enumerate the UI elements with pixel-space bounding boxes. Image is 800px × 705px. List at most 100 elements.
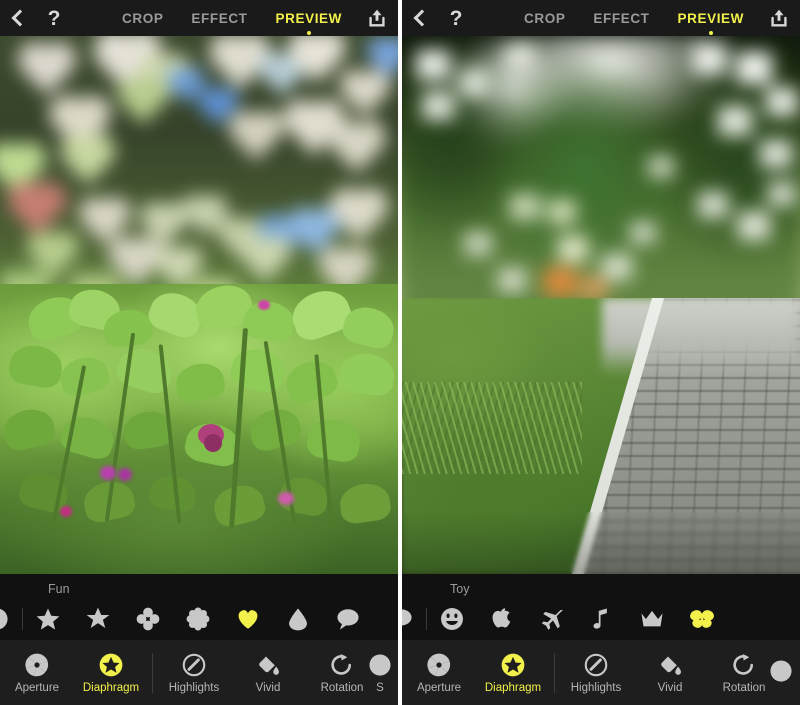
photo-preview-right[interactable] bbox=[402, 36, 800, 574]
shape-category-text: Fun bbox=[48, 582, 70, 596]
tool-label: Vivid bbox=[255, 681, 281, 694]
tab-crop[interactable]: CROP bbox=[108, 11, 177, 26]
tool-label: Aperture bbox=[14, 681, 60, 694]
help-button[interactable]: ? bbox=[36, 8, 72, 29]
star5-shape-icon bbox=[36, 608, 60, 630]
shape-butterfly[interactable] bbox=[677, 598, 727, 640]
top-bar: ? CROP EFFECT PREVIEW bbox=[0, 0, 398, 36]
back-button[interactable] bbox=[402, 9, 438, 27]
airplane-shape-icon bbox=[541, 609, 563, 630]
diaphragm-star-icon bbox=[99, 653, 123, 676]
tool-aperture[interactable]: Aperture bbox=[402, 640, 476, 705]
aperture-icon bbox=[25, 653, 49, 676]
paint-bucket-icon bbox=[661, 653, 681, 675]
shape-speech-bubble[interactable] bbox=[323, 598, 373, 640]
shape-crown[interactable] bbox=[627, 598, 677, 640]
speech-bubble-shape-icon bbox=[337, 609, 359, 630]
share-button[interactable] bbox=[356, 7, 398, 29]
tool-diaphragm[interactable]: Diaphragm bbox=[476, 640, 550, 705]
shape-selector-left[interactable] bbox=[0, 598, 398, 640]
top-bar-tabs: CROP EFFECT PREVIEW bbox=[510, 11, 758, 35]
shape-clover[interactable] bbox=[123, 598, 173, 640]
foreground-path bbox=[402, 298, 800, 574]
clover-shape-icon bbox=[136, 607, 160, 631]
shape-heart[interactable] bbox=[223, 598, 273, 640]
music-note-shape-icon bbox=[593, 608, 607, 629]
tab-crop-label: CROP bbox=[122, 10, 164, 26]
shape-category-label-left: Fun bbox=[0, 574, 398, 598]
tool-label: Vivid bbox=[657, 681, 683, 694]
rotate-cw-icon bbox=[733, 653, 754, 675]
tool-label: Aperture bbox=[416, 681, 462, 694]
tool-label: Diaphragm bbox=[484, 681, 542, 694]
crown-shape-icon bbox=[641, 610, 663, 627]
shape-airplane[interactable] bbox=[527, 598, 577, 640]
question-mark-icon: ? bbox=[47, 6, 61, 30]
shape-selector-right[interactable] bbox=[402, 598, 800, 640]
dual-screenshot-comparison: ? CROP EFFECT PREVIEW Fun Aperture Diaph… bbox=[0, 0, 800, 705]
tool-label: Highlights bbox=[168, 681, 220, 694]
photo-preview-left[interactable] bbox=[0, 36, 398, 574]
tool-label: Highlights bbox=[570, 681, 622, 694]
shape-circle[interactable] bbox=[0, 598, 22, 640]
top-bar: ? CROP EFFECT PREVIEW bbox=[402, 0, 800, 36]
aperture-icon bbox=[369, 653, 391, 676]
apple-shape-icon bbox=[492, 608, 511, 628]
chevron-left-icon bbox=[11, 9, 29, 27]
tool-divider bbox=[152, 652, 153, 693]
chevron-left-icon bbox=[413, 9, 431, 27]
tool-bar-right[interactable]: Aperture Diaphragm Highlights Vivid Rota… bbox=[402, 640, 800, 705]
tool-label: Diaphragm bbox=[82, 681, 140, 694]
shape-apple[interactable] bbox=[477, 598, 527, 640]
question-mark-icon: ? bbox=[449, 6, 463, 30]
highlights-circle-icon bbox=[584, 653, 608, 676]
tool-divider bbox=[554, 652, 555, 693]
tool-vivid[interactable]: Vivid bbox=[231, 640, 305, 705]
tool-bar-left[interactable]: Aperture Diaphragm Highlights Vivid Rota… bbox=[0, 640, 398, 705]
shape-category-text: Toy bbox=[450, 582, 470, 596]
share-upload-icon bbox=[771, 9, 787, 27]
tool-highlights[interactable]: Highlights bbox=[157, 640, 231, 705]
share-button[interactable] bbox=[758, 7, 800, 29]
tab-crop[interactable]: CROP bbox=[510, 11, 579, 26]
teardrop-shape-icon bbox=[289, 608, 307, 631]
tool-clipped-right[interactable] bbox=[770, 640, 800, 705]
app-screen-left: ? CROP EFFECT PREVIEW Fun Aperture Diaph… bbox=[0, 0, 398, 705]
tool-diaphragm[interactable]: Diaphragm bbox=[74, 640, 148, 705]
tool-aperture[interactable]: Aperture bbox=[0, 640, 74, 705]
tab-preview-label: PREVIEW bbox=[275, 10, 342, 26]
tab-crop-label: CROP bbox=[524, 10, 566, 26]
shape-teardrop[interactable] bbox=[273, 598, 323, 640]
tab-effect[interactable]: EFFECT bbox=[177, 11, 261, 26]
shape-star5[interactable] bbox=[23, 598, 73, 640]
heart-shape-icon bbox=[238, 610, 258, 629]
rotate-cw-icon bbox=[331, 653, 352, 675]
aperture-icon bbox=[770, 659, 792, 682]
flower-shape-icon bbox=[186, 607, 210, 631]
shape-speech-bubble[interactable] bbox=[402, 598, 426, 640]
shape-music-note[interactable] bbox=[577, 598, 627, 640]
shape-star6[interactable] bbox=[73, 598, 123, 640]
aperture-icon bbox=[427, 653, 451, 676]
tool-highlights[interactable]: Highlights bbox=[559, 640, 633, 705]
tab-preview[interactable]: PREVIEW bbox=[664, 11, 758, 35]
tab-effect[interactable]: EFFECT bbox=[579, 11, 663, 26]
highlights-circle-icon bbox=[182, 653, 206, 676]
tab-effect-label: EFFECT bbox=[191, 10, 248, 26]
shape-category-label-right: Toy bbox=[402, 574, 800, 598]
speech-bubble-shape-icon bbox=[402, 609, 412, 626]
tool-label: S bbox=[376, 681, 384, 694]
help-button[interactable]: ? bbox=[438, 8, 474, 29]
tab-preview[interactable]: PREVIEW bbox=[262, 10, 356, 35]
active-tab-indicator-dot bbox=[306, 30, 311, 35]
circle-shape-icon bbox=[0, 608, 8, 630]
tool-clipped-left[interactable]: S bbox=[369, 640, 398, 705]
smiley-shape-icon bbox=[441, 608, 463, 630]
tool-vivid[interactable]: Vivid bbox=[633, 640, 707, 705]
shape-smiley[interactable] bbox=[427, 598, 477, 640]
shape-flower[interactable] bbox=[173, 598, 223, 640]
share-upload-icon bbox=[369, 9, 385, 27]
back-button[interactable] bbox=[0, 9, 36, 27]
paint-bucket-icon bbox=[259, 653, 279, 675]
star6-shape-icon bbox=[86, 607, 110, 628]
